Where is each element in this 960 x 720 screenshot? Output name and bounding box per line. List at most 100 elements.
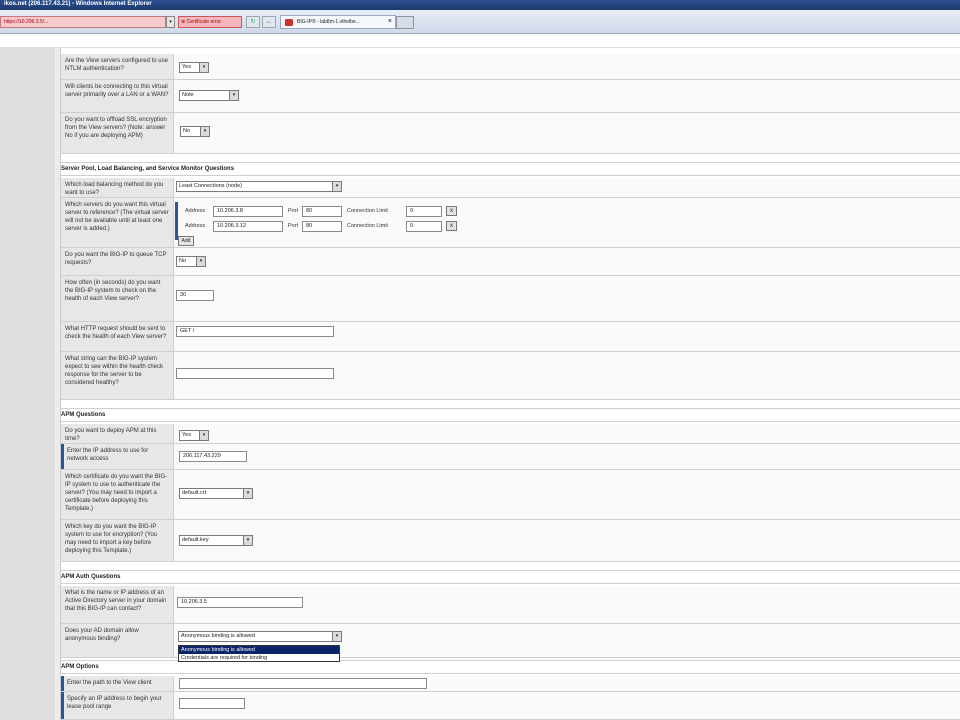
question-label: Which certificate do you want the BIG-IP… xyxy=(61,470,174,519)
apm-key-select[interactable]: default.key ▾ xyxy=(179,535,253,546)
lease-start-input[interactable] xyxy=(179,698,245,709)
apm-cert-select-value: default.crt xyxy=(182,490,207,496)
chevron-down-icon: ▾ xyxy=(199,63,208,72)
close-tab-icon[interactable]: × xyxy=(388,18,392,25)
chevron-down-icon: ▾ xyxy=(199,431,208,440)
anon-binding-select-value: Anonymous binding is allowed xyxy=(181,633,255,639)
row-ntlm: Are the View servers configured to use N… xyxy=(61,54,960,80)
browser-tab[interactable]: BIG-IP® - lab8m-1.vthelbe... × xyxy=(280,15,396,29)
section-apm: APM Questions xyxy=(61,408,960,422)
queue-tcp-select[interactable]: No ▾ xyxy=(176,256,206,267)
question-label: What is the name or IP address of an Act… xyxy=(61,586,174,623)
address-dropdown-icon[interactable]: ▾ xyxy=(166,16,175,28)
lb-method-select[interactable]: Least Connections (node) ▾ xyxy=(176,181,342,192)
apm-key-select-value: default.key xyxy=(182,537,209,543)
section-apm-options: APM Options xyxy=(61,660,960,674)
question-label: Enter the IP address to use for network … xyxy=(61,444,174,469)
anon-binding-select[interactable]: Anonymous binding is allowed ▾ xyxy=(178,631,342,642)
ad-server-input[interactable]: 10.206.3.5 xyxy=(177,597,303,608)
cert-error-label: Certificate error xyxy=(186,19,222,25)
question-label: Do you want the BIG-IP to queue TCP requ… xyxy=(61,248,174,275)
address-input[interactable]: https://10.206.3.5/... xyxy=(0,16,166,28)
member-conn-limit-input[interactable]: 0 xyxy=(406,221,442,232)
menu-bar xyxy=(0,34,960,48)
refresh-icon[interactable]: ↻ xyxy=(246,16,260,28)
add-member-button[interactable]: Add xyxy=(178,236,194,246)
monitor-interval-input[interactable]: 30 xyxy=(176,290,214,301)
chevron-down-icon: ▾ xyxy=(243,536,252,545)
connection-limit-label: Connection Limit xyxy=(347,223,388,229)
apm-ip-input[interactable]: 206.117.43.229 xyxy=(179,451,247,462)
new-tab-button[interactable] xyxy=(396,16,414,29)
row-client-path: Enter the path to the View client xyxy=(61,676,960,692)
connection-limit-label: Connection Limit xyxy=(347,208,388,214)
question-label: Which servers do you want this virtual s… xyxy=(61,198,174,247)
address-label: Address xyxy=(185,223,206,229)
certificate-error-button[interactable]: ⊗ Certificate error xyxy=(178,16,242,28)
lan-wan-select[interactable]: Note ▾ xyxy=(179,90,239,101)
http-request-input[interactable]: GET / xyxy=(176,326,334,337)
section-apm-auth: APM Auth Questions xyxy=(61,570,960,584)
question-label: Which key do you want the BIG-IP system … xyxy=(61,520,174,561)
lan-wan-select-value: Note xyxy=(182,92,194,98)
row-lan-wan: Will clients be connecting to this virtu… xyxy=(61,80,960,113)
deploy-apm-select-value: Yes xyxy=(182,432,191,438)
dropdown-option[interactable]: Anonymous binding is allowed xyxy=(179,646,339,654)
template-form: Are the View servers configured to use N… xyxy=(61,48,960,720)
member-port-input[interactable]: 80 xyxy=(302,221,342,232)
pool-accent-bar xyxy=(175,202,178,240)
row-monitor-interval: How often (in seconds) do you want the B… xyxy=(61,276,960,322)
row-ad-server: What is the name or IP address of an Act… xyxy=(61,586,960,624)
chevron-down-icon: ▾ xyxy=(332,632,341,641)
apm-cert-select[interactable]: default.crt ▾ xyxy=(179,488,253,499)
client-path-input[interactable] xyxy=(179,678,427,689)
row-http-request: What HTTP request should be sent to chec… xyxy=(61,322,960,352)
remove-member-button[interactable]: x xyxy=(446,221,457,231)
row-apm-cert: Which certificate do you want the BIG-IP… xyxy=(61,470,960,520)
row-apm-ip: Enter the IP address to use for network … xyxy=(61,444,960,470)
row-deploy-apm: Do you want to deploy APM at this time? … xyxy=(61,424,960,444)
deploy-apm-select[interactable]: Yes ▾ xyxy=(179,430,209,441)
back-icon[interactable]: ← xyxy=(262,16,276,28)
ntlm-select-value: Yes xyxy=(182,64,191,70)
chevron-down-icon: ▾ xyxy=(243,489,252,498)
row-apm-key: Which key do you want the BIG-IP system … xyxy=(61,520,960,562)
question-label: Are the View servers configured to use N… xyxy=(61,54,174,79)
question-label: Will clients be connecting to this virtu… xyxy=(61,80,174,112)
port-label: Port xyxy=(288,223,299,229)
row-receive-string: What string can the BIG-IP system expect… xyxy=(61,352,960,400)
row-lb-method: Which load balancing method do you want … xyxy=(61,178,960,198)
address-label: Address xyxy=(185,208,206,214)
member-address-input[interactable]: 10.206.3.8 xyxy=(213,206,283,217)
ssl-offload-select[interactable]: No ▾ xyxy=(180,126,210,137)
member-port-input[interactable]: 80 xyxy=(302,206,342,217)
question-label: Which load balancing method do you want … xyxy=(61,178,174,197)
question-label: Do you want to offload SSL encryption fr… xyxy=(61,113,174,153)
member-address-input[interactable]: 10.206.3.12 xyxy=(213,221,283,232)
queue-tcp-select-value: No xyxy=(179,258,187,264)
lb-method-select-value: Least Connections (node) xyxy=(179,183,242,189)
question-label: What string can the BIG-IP system expect… xyxy=(61,352,174,399)
left-nav-panel xyxy=(0,48,55,720)
question-label: How often (in seconds) do you want the B… xyxy=(61,276,174,321)
chevron-down-icon: ▾ xyxy=(332,182,341,191)
question-label: Enter the path to the View client xyxy=(61,676,174,691)
member-conn-limit-input[interactable]: 0 xyxy=(406,206,442,217)
row-lease-start: Specify an IP address to begin your leas… xyxy=(61,692,960,720)
question-label: Do you want to deploy APM at this time? xyxy=(61,424,174,443)
row-queue-tcp: Do you want the BIG-IP to queue TCP requ… xyxy=(61,248,960,276)
chevron-down-icon: ▾ xyxy=(200,127,209,136)
row-pool-members: Which servers do you want this virtual s… xyxy=(61,198,960,248)
ssl-offload-select-value: No xyxy=(183,128,191,134)
tab-title: BIG-IP® - lab8m-1.vthelbe... xyxy=(297,19,360,25)
question-label: Does your AD domain allow anonymous bind… xyxy=(61,624,174,657)
port-label: Port xyxy=(288,208,299,214)
address-toolbar: https://10.206.3.5/... ▾ ⊗ Certificate e… xyxy=(0,10,960,34)
dropdown-option[interactable]: Credentials are required for binding xyxy=(179,654,339,662)
remove-member-button[interactable]: x xyxy=(446,206,457,216)
section-server-pool: Server Pool, Load Balancing, and Service… xyxy=(61,162,960,176)
ntlm-select[interactable]: Yes ▾ xyxy=(179,62,209,73)
chevron-down-icon: ▾ xyxy=(229,91,238,100)
receive-string-input[interactable] xyxy=(176,368,334,379)
anon-binding-dropdown-list: Anonymous binding is allowed Credentials… xyxy=(178,645,340,662)
